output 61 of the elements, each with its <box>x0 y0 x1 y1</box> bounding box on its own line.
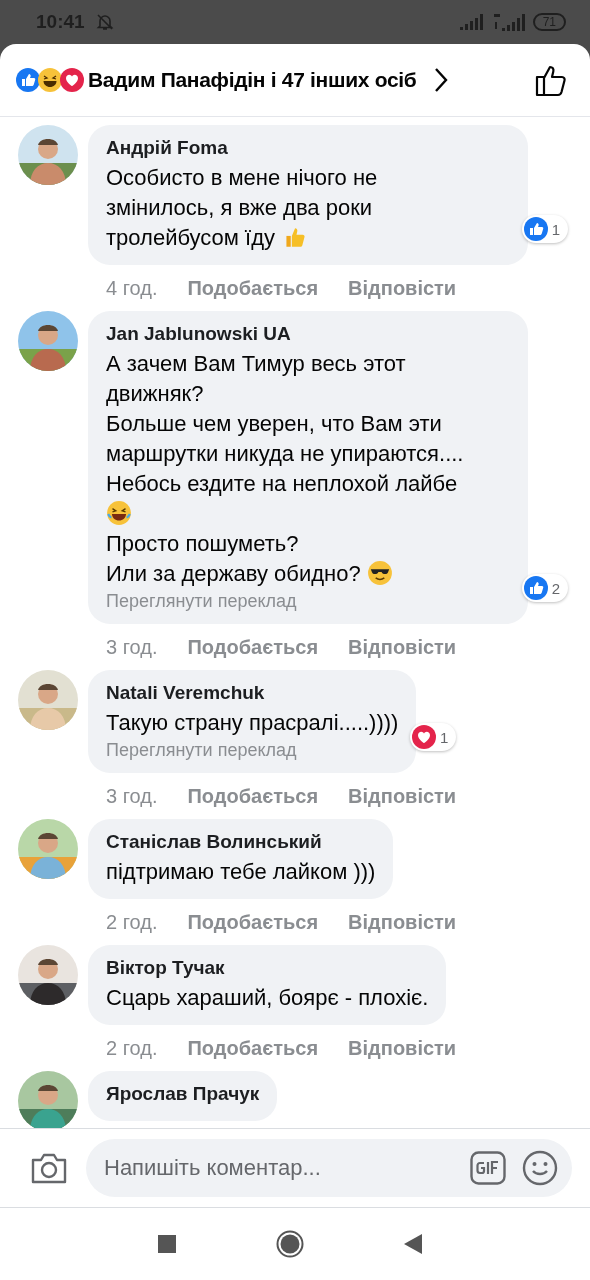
reaction-badge[interactable]: 1 <box>521 215 568 243</box>
reply-link[interactable]: Відповісти <box>348 1037 457 1060</box>
reactions-summary[interactable]: Вадим Панафідін і 47 інших осіб <box>88 68 417 92</box>
comment-text: А зачем Вам Тимур весь этот <box>106 351 406 376</box>
comment-text: Такую страну прасралі.....)))) <box>106 710 399 735</box>
see-translation-link[interactable]: Переглянути переклад <box>106 740 399 761</box>
signal-icon <box>458 14 483 30</box>
comment-time: 2 год. <box>106 1037 158 1060</box>
comment-author[interactable]: Natali Veremchuk <box>106 682 399 704</box>
comment-input-field[interactable]: Напишіть коментар... <box>86 1139 572 1197</box>
comment-author[interactable]: Jan Jablunowski UA <box>106 323 510 345</box>
comment-text: маршрутки никуда не упираются.... <box>106 441 464 466</box>
gif-icon[interactable] <box>470 1151 506 1185</box>
like-reaction-icon <box>523 576 548 600</box>
like-link[interactable]: Подобається <box>187 277 319 300</box>
comment-text: Больше чем уверен, что Вам эти <box>106 411 442 436</box>
laughing-emoji-icon <box>106 500 132 526</box>
comment-text: Небось ездите на неплохой лайбе <box>106 471 458 496</box>
comment-author[interactable]: Станіслав Волинський <box>106 831 376 853</box>
back-button[interactable] <box>404 1234 422 1254</box>
like-reaction-icon <box>523 217 548 241</box>
comment-text: тролейбусом їду <box>106 225 275 250</box>
like-link[interactable]: Подобається <box>187 785 319 808</box>
mobile-data-signal-icon <box>492 13 525 31</box>
like-reaction-icon <box>16 68 40 92</box>
comment-text: движняк? <box>106 381 204 406</box>
reply-link[interactable]: Відповісти <box>348 277 457 300</box>
comment-author[interactable]: Ярослав Прачук <box>106 1083 260 1105</box>
comment-text: Особисто в мене нічого не <box>106 165 378 190</box>
reaction-count: 1 <box>551 220 560 238</box>
like-link[interactable]: Подобається <box>187 1037 319 1060</box>
sunglasses-emoji-icon <box>366 560 393 586</box>
reaction-badge[interactable]: 1 <box>410 723 457 751</box>
camera-icon[interactable] <box>30 1151 68 1185</box>
comment-text: змінилось, я вже два роки <box>106 195 373 220</box>
haha-reaction-icon <box>38 68 62 92</box>
comment-time: 2 год. <box>106 911 158 934</box>
comment-author[interactable]: Андрій Foma <box>106 137 510 159</box>
muted-bell-icon <box>94 12 115 32</box>
comment-author[interactable]: Віктор Тучак <box>106 957 429 979</box>
reply-link[interactable]: Відповісти <box>348 785 457 808</box>
reply-link[interactable]: Відповісти <box>348 911 457 934</box>
love-reaction-icon <box>60 68 84 92</box>
home-button[interactable] <box>276 1230 304 1258</box>
reply-link[interactable]: Відповісти <box>348 636 457 659</box>
comment-text: підтримаю тебе лайком ))) <box>106 859 376 884</box>
reaction-count: 1 <box>440 728 449 746</box>
love-reaction-icon <box>412 725 437 749</box>
see-translation-link[interactable]: Переглянути переклад <box>106 591 510 612</box>
comment-time: 3 год. <box>106 636 158 659</box>
like-link[interactable]: Подобається <box>187 636 319 659</box>
reaction-badge[interactable]: 2 <box>521 574 568 602</box>
comment-text: Сцарь хараший, боярє - плохіє. <box>106 985 429 1010</box>
emoji-icon[interactable] <box>522 1150 558 1186</box>
comment-time: 3 год. <box>106 785 158 808</box>
comment-text: Или за державу обидно? <box>106 561 361 586</box>
like-icon[interactable] <box>534 63 568 97</box>
reaction-count: 2 <box>551 579 560 597</box>
like-link[interactable]: Подобається <box>187 911 319 934</box>
comment-text: Просто пошуметь? <box>106 531 299 556</box>
comment-time: 4 год. <box>106 277 158 300</box>
